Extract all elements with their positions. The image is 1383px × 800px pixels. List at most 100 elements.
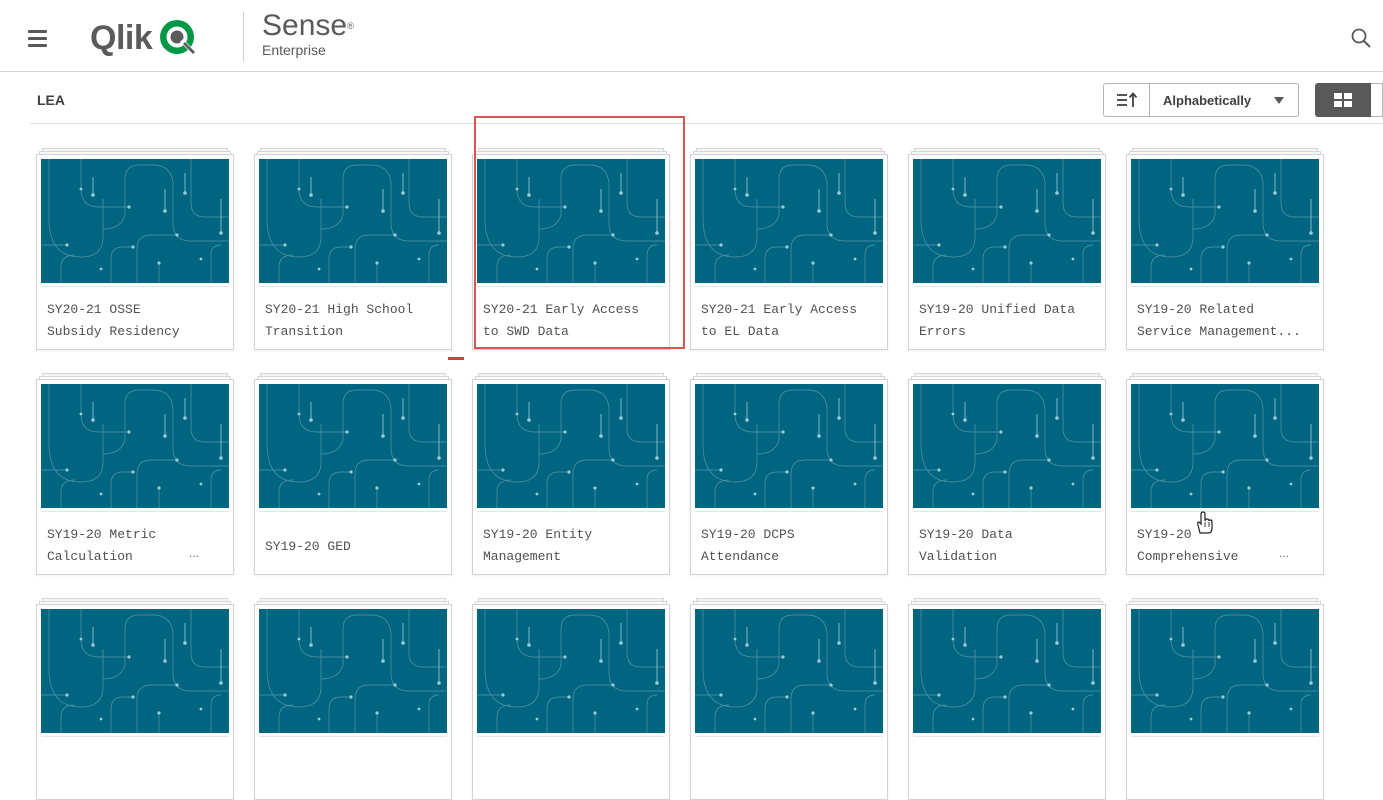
card-body[interactable]: SY20-21 Early Access to SWD Data: [472, 154, 670, 350]
app-title-line2: Management: [483, 549, 562, 564]
app-title: SY20-21 Early Access to SWD Data: [483, 299, 659, 343]
qlik-logo[interactable]: Qlik: [90, 18, 198, 58]
app-thumbnail: [913, 609, 1101, 733]
card-body[interactable]: [36, 604, 234, 800]
card-body[interactable]: SY19-20 Metric Calculation ...: [36, 379, 234, 575]
app-card[interactable]: [254, 598, 452, 800]
card-body[interactable]: [254, 604, 452, 800]
grid-view-button[interactable]: [1315, 83, 1371, 117]
app-title-line1: SY19-20 DCPS: [701, 527, 795, 542]
card-body[interactable]: SY19-20 Data Validation: [908, 379, 1106, 575]
app-title-line1: SY20-21 OSSE: [47, 302, 141, 317]
card-body[interactable]: SY19-20 Related Service Management...: [1126, 154, 1324, 350]
app-card[interactable]: SY20-21 High School Transition: [254, 148, 452, 350]
app-title: SY19-20 Unified Data Errors: [919, 299, 1095, 343]
app-title-line1: SY19-20 Data: [919, 527, 1013, 542]
card-body[interactable]: [690, 604, 888, 800]
app-thumbnail: [259, 384, 447, 508]
card-divider: [695, 736, 883, 737]
sort-direction-button[interactable]: [1104, 84, 1150, 116]
search-icon[interactable]: [1350, 27, 1372, 49]
app-title-line2: Errors: [919, 324, 966, 339]
top-bar: Qlik Sense® Enterprise: [0, 0, 1383, 72]
app-title: SY20-21 Early Access to EL Data: [701, 299, 877, 343]
sort-ascending-icon: [1116, 92, 1137, 107]
app-title-line1: SY19-20: [1137, 527, 1192, 542]
app-card[interactable]: [36, 598, 234, 800]
app-title-line1: SY19-20 Unified Data: [919, 302, 1076, 317]
app-thumbnail: [1131, 159, 1319, 283]
app-thumbnail: [913, 159, 1101, 283]
app-card[interactable]: SY19-20 Data Validation: [908, 373, 1106, 575]
registered-mark: ®: [347, 21, 354, 31]
app-thumbnail: [259, 159, 447, 283]
app-title: SY19-20 Entity Management: [483, 524, 659, 568]
hamburger-menu-icon[interactable]: [22, 25, 54, 51]
card-body[interactable]: [908, 604, 1106, 800]
app-card[interactable]: [908, 598, 1106, 800]
stream-title: LEA: [37, 92, 65, 108]
card-body[interactable]: [472, 604, 670, 800]
title-ellipsis: ...: [1279, 546, 1290, 560]
hand-pointer-cursor-icon: [1197, 511, 1213, 534]
logo-text: Qlik: [90, 18, 153, 57]
card-body[interactable]: SY20-21 OSSE Subsidy Residency: [36, 154, 234, 350]
app-title-line2: to SWD Data: [483, 324, 569, 339]
card-body[interactable]: SY19-20 DCPS Attendance: [690, 379, 888, 575]
app-title-line2: Service Management...: [1137, 324, 1301, 339]
card-divider: [41, 736, 229, 737]
app-thumbnail: [259, 609, 447, 733]
qlik-logo-icon: [160, 20, 196, 54]
list-view-button[interactable]: [1371, 83, 1383, 117]
card-body[interactable]: SY19-20 Entity Management: [472, 379, 670, 575]
card-divider: [913, 511, 1101, 512]
app-thumbnail: [477, 384, 665, 508]
app-card[interactable]: [690, 598, 888, 800]
card-divider: [477, 736, 665, 737]
card-body[interactable]: SY19-20 Unified Data Errors: [908, 154, 1106, 350]
app-thumbnail: [41, 159, 229, 283]
app-card[interactable]: SY19-20 Comprehensive ...: [1126, 373, 1324, 575]
stream-toolbar: LEA Alphabetically: [30, 80, 1383, 124]
app-card[interactable]: SY19-20 Entity Management: [472, 373, 670, 575]
app-card[interactable]: SY19-20 GED: [254, 373, 452, 575]
app-thumbnail: [1131, 384, 1319, 508]
title-ellipsis: ...: [189, 546, 200, 560]
app-thumbnail: [41, 609, 229, 733]
app-title: SY19-20 GED: [265, 536, 441, 558]
card-body[interactable]: SY19-20 GED: [254, 379, 452, 575]
card-body[interactable]: SY19-20 Comprehensive ...: [1126, 379, 1324, 575]
app-card[interactable]: [1126, 598, 1324, 800]
card-body[interactable]: [1126, 604, 1324, 800]
app-thumbnail: [913, 384, 1101, 508]
app-title: SY19-20 Related Service Management...: [1137, 299, 1313, 343]
app-title-line1: SY19-20 Related: [1137, 302, 1255, 317]
card-divider: [259, 736, 447, 737]
card-divider: [1131, 286, 1319, 287]
card-divider: [259, 286, 447, 287]
app-title-line2: to EL Data: [701, 324, 780, 339]
app-card[interactable]: SY19-20 Metric Calculation ...: [36, 373, 234, 575]
card-body[interactable]: SY20-21 Early Access to EL Data: [690, 154, 888, 350]
product-name-block: Sense® Enterprise: [262, 10, 354, 59]
card-divider: [695, 286, 883, 287]
card-divider: [477, 511, 665, 512]
app-title: SY19-20 DCPS Attendance: [701, 524, 877, 568]
app-card[interactable]: SY19-20 Unified Data Errors: [908, 148, 1106, 350]
app-title-line1: SY20-21 High School: [265, 302, 414, 317]
app-card[interactable]: SY19-20 Related Service Management...: [1126, 148, 1324, 350]
card-divider: [913, 736, 1101, 737]
header-divider: [243, 12, 244, 62]
app-card[interactable]: SY20-21 OSSE Subsidy Residency: [36, 148, 234, 350]
app-card[interactable]: SY20-21 Early Access to SWD Data: [472, 148, 670, 350]
sort-dropdown[interactable]: Alphabetically: [1150, 84, 1298, 116]
app-card[interactable]: SY19-20 DCPS Attendance: [690, 373, 888, 575]
app-title-line2: Attendance: [701, 549, 780, 564]
app-thumbnail: [695, 609, 883, 733]
card-divider: [477, 286, 665, 287]
app-card[interactable]: SY20-21 Early Access to EL Data: [690, 148, 888, 350]
card-body[interactable]: SY20-21 High School Transition: [254, 154, 452, 350]
app-card[interactable]: [472, 598, 670, 800]
app-title-line2: Transition: [265, 324, 344, 339]
app-title: SY19-20 Data Validation: [919, 524, 1095, 568]
